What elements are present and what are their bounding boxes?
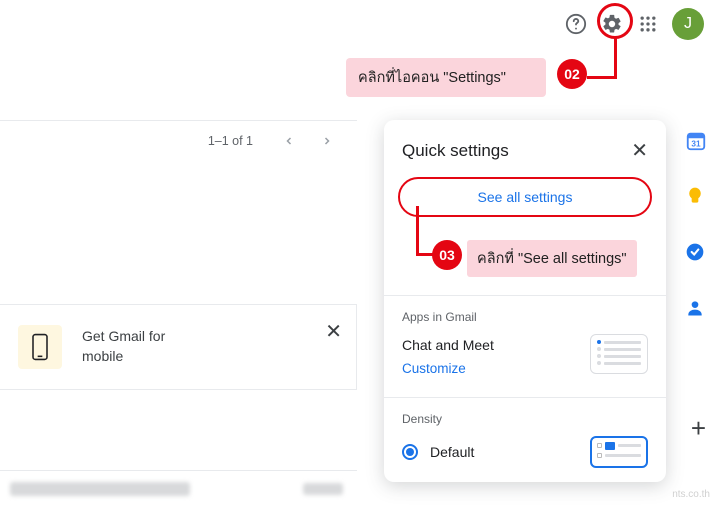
customize-link[interactable]: Customize [402, 358, 494, 381]
pager-range: 1–1 of 1 [208, 134, 253, 148]
promo-text: Get Gmail for mobile [82, 327, 192, 366]
annotation-ring-02 [597, 3, 633, 39]
watermark: nts.co.th [672, 489, 710, 500]
annotation-03-badge: 03 [432, 240, 462, 270]
add-button[interactable]: + [691, 413, 706, 444]
svg-text:31: 31 [691, 140, 701, 149]
apps-row-title: Chat and Meet [402, 334, 494, 358]
apps-thumbnail [590, 334, 648, 374]
see-all-settings-button[interactable]: See all settings [398, 177, 652, 217]
tasks-icon[interactable] [685, 242, 707, 264]
quick-settings-panel: Quick settings ✕ See all settings Apps i… [384, 120, 666, 482]
annotation-connector [416, 206, 419, 255]
annotation-connector [587, 76, 617, 79]
gmail-mobile-promo: Get Gmail for mobile ✕ [0, 304, 357, 390]
mail-row-blurred [0, 470, 357, 506]
density-radio-default[interactable] [402, 444, 418, 460]
annotation-02-badge: 02 [557, 59, 587, 89]
quick-settings-title: Quick settings [402, 141, 509, 161]
close-icon[interactable]: ✕ [325, 319, 342, 344]
density-thumbnail [590, 436, 648, 468]
contacts-icon[interactable] [685, 298, 707, 320]
calendar-icon[interactable]: 31 [685, 130, 707, 152]
density-option-label: Default [430, 444, 474, 460]
close-icon[interactable]: ✕ [631, 138, 648, 163]
section-label-density: Density [384, 412, 666, 436]
help-icon[interactable] [564, 12, 588, 36]
section-label-apps: Apps in Gmail [384, 310, 666, 334]
keep-icon[interactable] [685, 186, 707, 208]
apps-grid-icon[interactable] [636, 12, 660, 36]
pager-prev-button[interactable] [277, 129, 301, 153]
avatar[interactable]: J [672, 8, 704, 40]
annotation-03-label: คลิกที่ "See all settings" [467, 240, 637, 277]
pager-next-button[interactable] [315, 129, 339, 153]
phone-icon [18, 325, 62, 369]
annotation-connector [614, 38, 617, 78]
annotation-02-label: คลิกที่ไอคอน "Settings" [346, 58, 546, 97]
